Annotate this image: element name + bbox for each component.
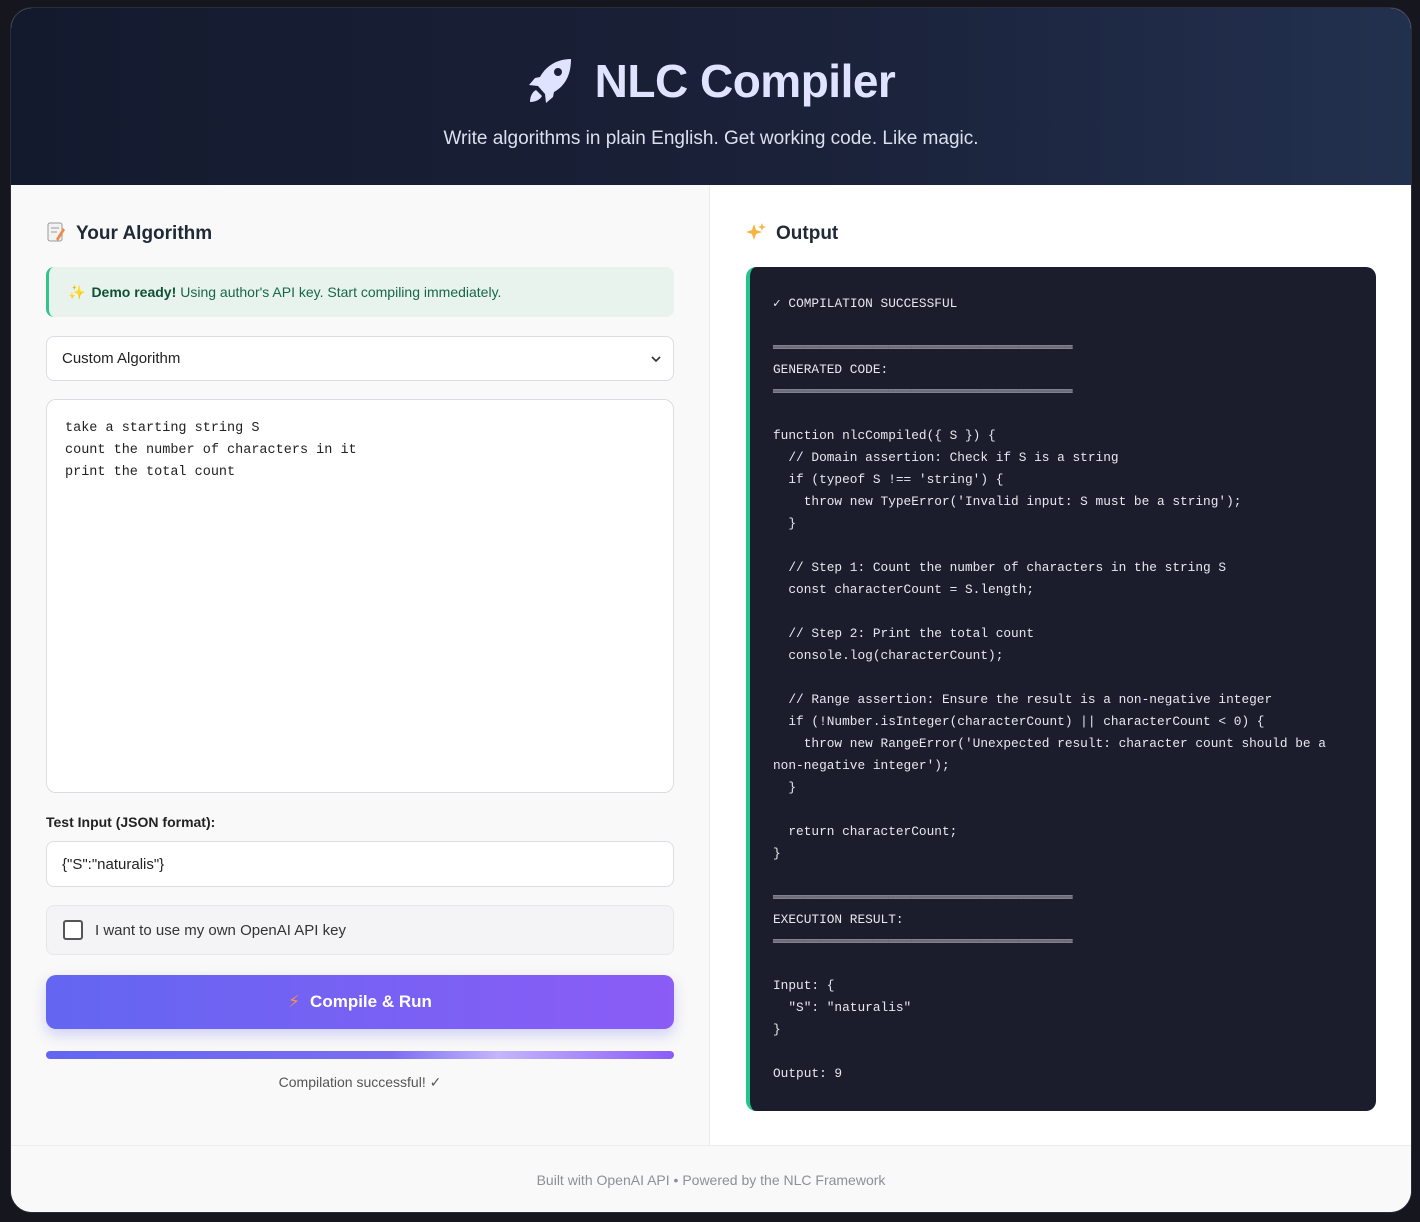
algorithm-textarea[interactable]: take a starting string S count the numbe… xyxy=(46,399,674,793)
algorithm-select-value: Custom Algorithm xyxy=(62,350,181,367)
main-content: Your Algorithm ✨ Demo ready! Using autho… xyxy=(11,185,1411,1145)
app-title: NLC Compiler xyxy=(594,55,896,107)
test-input-field[interactable]: {"S":"naturalis"} xyxy=(46,841,674,887)
algorithm-panel: Your Algorithm ✨ Demo ready! Using autho… xyxy=(11,185,710,1145)
status-text: Compilation successful! ✓ xyxy=(278,1074,442,1090)
notice-text: Using author's API key. Start compiling … xyxy=(180,284,502,300)
compile-run-button[interactable]: ⚡ Compile & Run xyxy=(46,975,674,1029)
own-key-option[interactable]: I want to use my own OpenAI API key xyxy=(46,905,674,955)
lightning-icon: ⚡ xyxy=(288,992,301,1011)
chevron-down-icon xyxy=(651,352,661,366)
output-section-label: Output xyxy=(776,223,839,244)
output-section-title: Output xyxy=(746,221,1376,247)
algorithm-section-title: Your Algorithm xyxy=(46,221,674,247)
algorithm-section-label: Your Algorithm xyxy=(76,223,213,244)
footer-text: Built with OpenAI API • Powered by the N… xyxy=(536,1171,886,1188)
notice-bold: Demo ready! xyxy=(91,284,177,300)
app-subtitle: Write algorithms in plain English. Get w… xyxy=(443,128,979,149)
page-header: NLC Compiler Write algorithms in plain E… xyxy=(11,8,1411,185)
sparkles-icon: ✨ xyxy=(68,283,86,300)
sparkles-icon xyxy=(746,222,766,247)
test-input-value: {"S":"naturalis"} xyxy=(62,855,165,873)
app-window: NLC Compiler Write algorithms in plain E… xyxy=(10,7,1412,1213)
compile-run-label: Compile & Run xyxy=(310,992,432,1011)
own-key-label: I want to use my own OpenAI API key xyxy=(95,921,346,939)
progress-bar xyxy=(46,1051,674,1059)
output-panel: Output ✓ COMPILATION SUCCESSFUL ════════… xyxy=(710,185,1411,1145)
memo-icon xyxy=(46,222,66,247)
rocket-icon xyxy=(527,57,573,105)
page-footer: Built with OpenAI API • Powered by the N… xyxy=(11,1145,1411,1212)
output-console: ✓ COMPILATION SUCCESSFUL ═══════════════… xyxy=(746,267,1376,1111)
algorithm-select[interactable]: Custom Algorithm xyxy=(46,336,674,381)
own-key-checkbox[interactable] xyxy=(63,920,83,940)
demo-notice: ✨ Demo ready! Using author's API key. St… xyxy=(46,267,674,317)
test-input-label: Test Input (JSON format): xyxy=(46,814,216,830)
title-row: NLC Compiler xyxy=(11,54,1411,108)
